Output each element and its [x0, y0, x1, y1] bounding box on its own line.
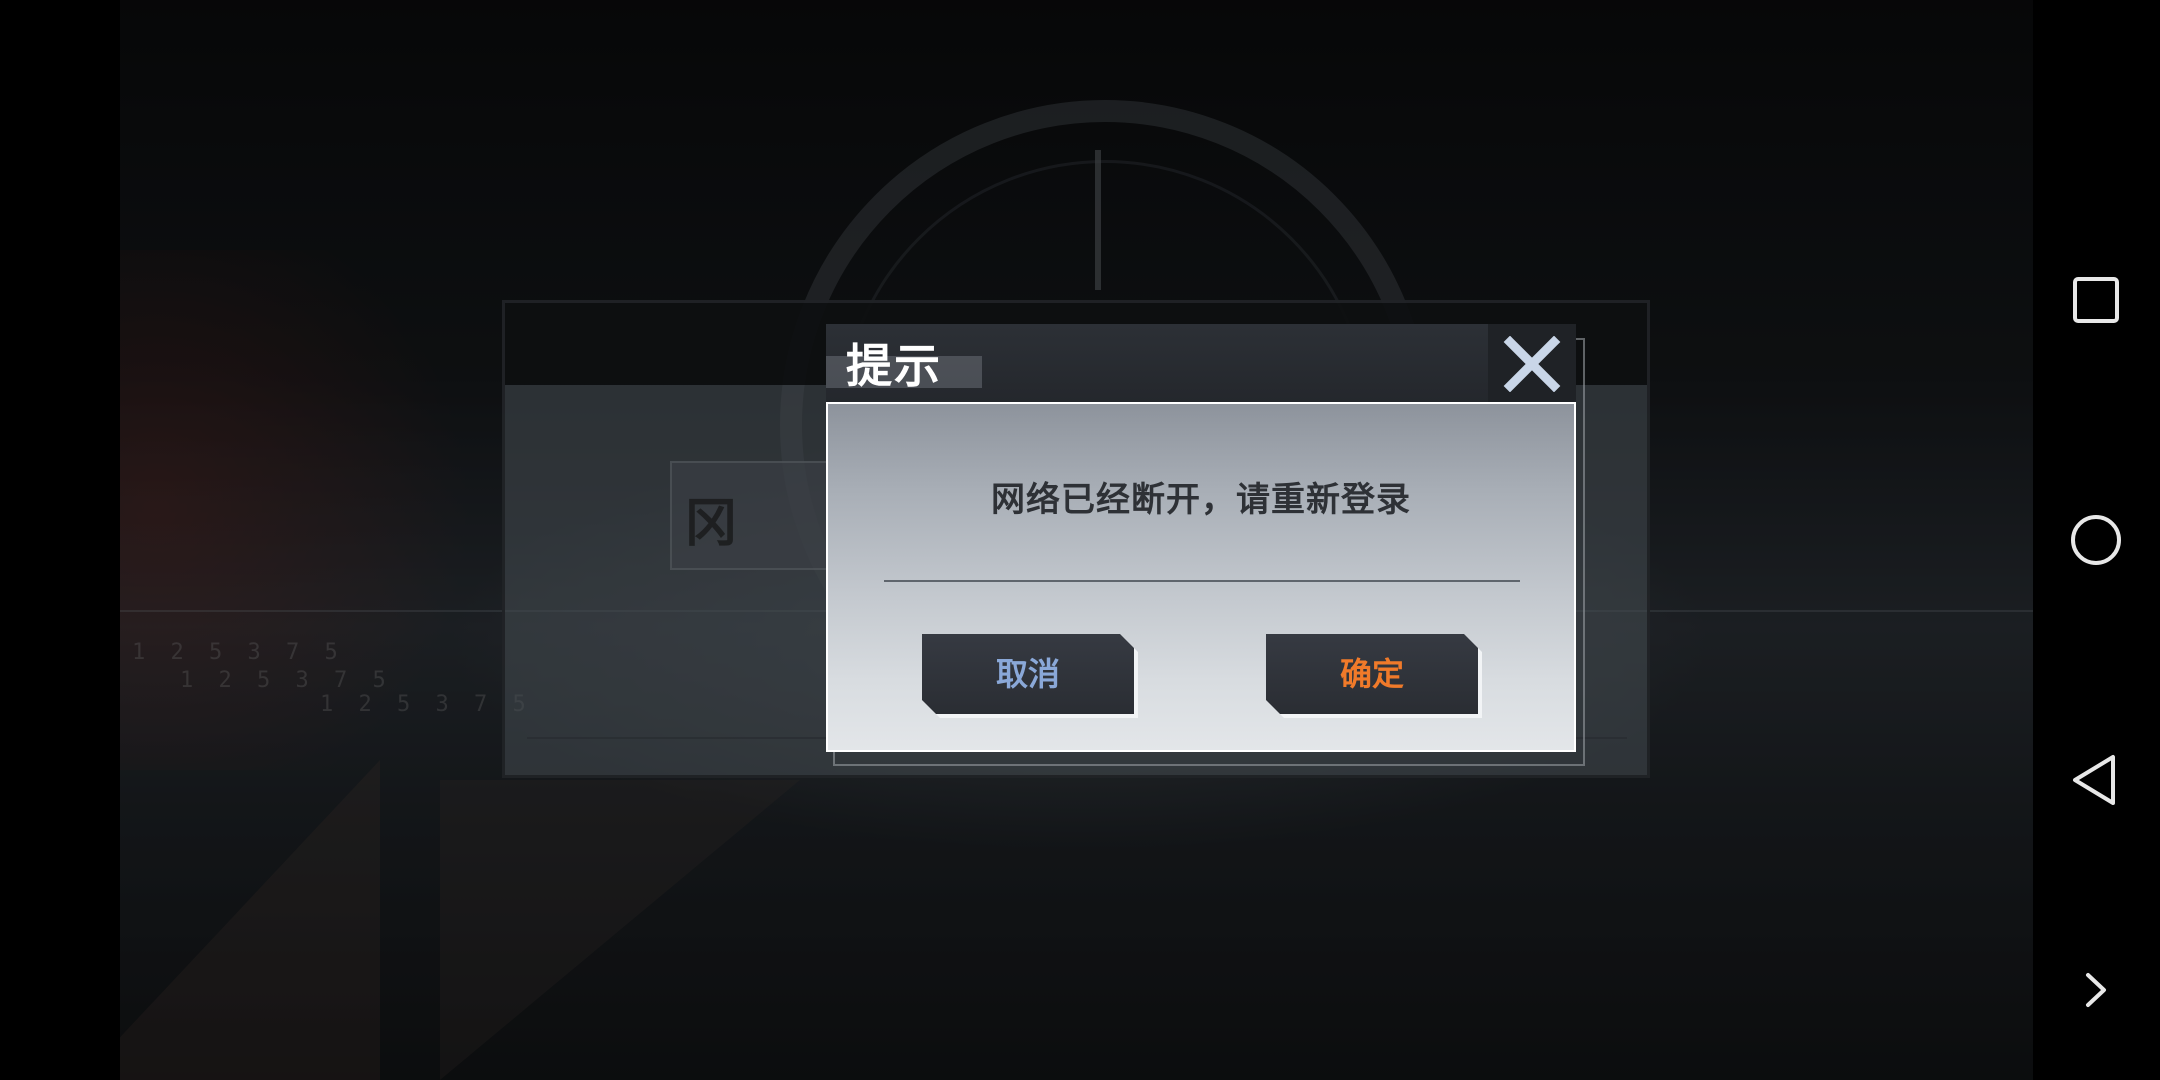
- close-button[interactable]: [1488, 324, 1576, 404]
- android-navigation-bar: [2033, 0, 2160, 1080]
- dialog-divider: [884, 580, 1520, 582]
- game-viewport: 1 2 5 3 7 5 1 2 5 3 7 5 1 2 5 3 7 5 冈 提示…: [120, 0, 2033, 1080]
- underlying-field-text: 冈: [685, 493, 738, 554]
- dialog-title: 提示: [846, 339, 942, 393]
- recent-apps-icon: [2073, 277, 2119, 323]
- confirm-button-label: 确定: [1339, 655, 1404, 693]
- dialog-header: 提示: [826, 324, 1488, 404]
- back-button[interactable]: [2061, 745, 2131, 815]
- expand-button[interactable]: [2061, 955, 2131, 1025]
- cancel-button-label: 取消: [995, 655, 1060, 693]
- cancel-button[interactable]: 取消: [922, 634, 1134, 714]
- back-icon: [2073, 755, 2115, 805]
- home-button[interactable]: [2061, 505, 2131, 575]
- dialog-body: 网络已经断开，请重新登录 取消 确定: [826, 402, 1576, 752]
- recent-apps-button[interactable]: [2061, 265, 2131, 335]
- alert-dialog: 提示 网络已经断开，请重新登录 取消 确定: [826, 324, 1576, 752]
- close-icon: [1503, 336, 1561, 392]
- chevron-right-icon: [2086, 973, 2106, 1007]
- home-icon: [2071, 515, 2121, 565]
- confirm-button[interactable]: 确定: [1266, 634, 1478, 714]
- dialog-message: 网络已经断开，请重新登录: [991, 480, 1411, 520]
